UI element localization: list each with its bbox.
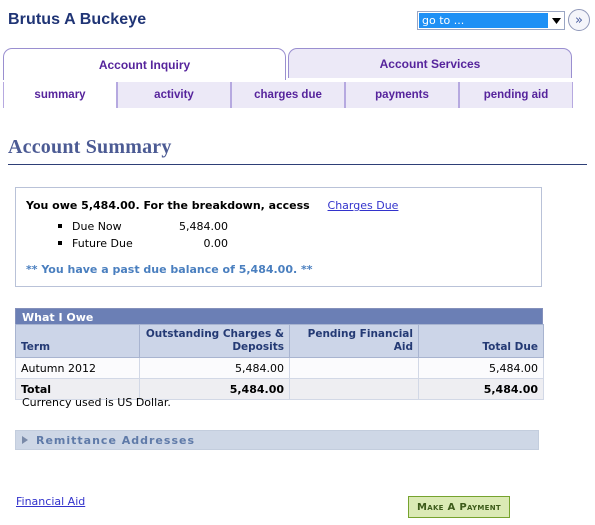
column-header-outstanding-charges: Outstanding Charges & Deposits: [139, 323, 290, 359]
square-bullet-icon: [58, 241, 62, 245]
tab-account-services[interactable]: Account Services: [288, 48, 572, 78]
triangle-right-icon[interactable]: [22, 436, 28, 444]
cell-term: Autumn 2012: [15, 357, 140, 380]
subtab-pending-aid[interactable]: pending aid: [459, 82, 573, 108]
cell-outstanding: 5,484.00: [139, 357, 290, 380]
chevron-down-icon[interactable]: [548, 12, 564, 29]
make-a-payment-button[interactable]: Make A Payment: [408, 496, 510, 518]
currency-note: Currency used is US Dollar.: [22, 396, 171, 409]
subtab-payments[interactable]: payments: [345, 82, 459, 108]
subtab-pending-aid-label: pending aid: [483, 89, 549, 101]
column-header-pending-financial-aid: Pending Financial Aid: [289, 323, 419, 359]
square-bullet-icon: [58, 224, 62, 228]
table-header-row: Term Outstanding Charges & Deposits Pend…: [15, 323, 544, 359]
go-to-dropdown[interactable]: go to ...: [417, 11, 565, 30]
account-summary-info-box: You owe 5,484.00. For the breakdown, acc…: [15, 187, 542, 287]
what-i-owe-table: Term Outstanding Charges & Deposits Pend…: [15, 323, 544, 401]
go-to-selected-value[interactable]: go to ...: [419, 13, 548, 28]
remittance-addresses-section[interactable]: Remittance Addresses: [15, 430, 539, 450]
financial-aid-link[interactable]: Financial Aid: [16, 495, 85, 508]
go-button-double-chevron-right-icon[interactable]: »: [568, 9, 590, 31]
user-name-label: Brutus A Buckeye: [8, 11, 147, 28]
subtab-activity[interactable]: activity: [117, 82, 231, 108]
you-owe-text: You owe 5,484.00. For the breakdown, acc…: [26, 199, 310, 212]
column-header-total-due: Total Due: [418, 323, 544, 359]
tab-account-inquiry[interactable]: Account Inquiry: [3, 48, 286, 80]
subtab-activity-label: activity: [154, 89, 194, 101]
page-title: Account Summary: [8, 136, 172, 158]
page-header: Brutus A Buckeye go to ... »: [0, 0, 595, 44]
cell-total-due: 5,484.00: [418, 357, 544, 380]
column-header-term: Term: [15, 323, 140, 359]
subtab-summary-label: summary: [34, 89, 86, 101]
what-i-owe-section: What I Owe Term Outstanding Charges & De…: [15, 308, 544, 401]
tab-account-services-label: Account Services: [379, 56, 481, 71]
main-tab-bar: Account Inquiry Account Services: [0, 48, 595, 80]
cell-pending-aid: [289, 357, 419, 380]
subtab-charges-due[interactable]: charges due: [231, 82, 345, 108]
future-due-label: Future Due: [72, 237, 133, 250]
due-now-amount: 5,484.00: [179, 220, 228, 233]
cell-total-pending-aid: [289, 378, 419, 401]
past-due-message: ** You have a past due balance of 5,484.…: [26, 263, 313, 276]
tab-account-inquiry-label: Account Inquiry: [98, 57, 191, 72]
sub-tab-bar: summary activity charges due payments pe…: [3, 82, 573, 109]
table-row: Autumn 2012 5,484.00 5,484.00: [15, 357, 544, 380]
subtab-summary[interactable]: summary: [3, 82, 117, 108]
remittance-addresses-label: Remittance Addresses: [36, 433, 195, 447]
due-now-label: Due Now: [72, 220, 122, 233]
subtab-payments-label: payments: [375, 89, 429, 101]
charges-due-link[interactable]: Charges Due: [328, 199, 399, 212]
you-owe-statement: You owe 5,484.00. For the breakdown, acc…: [26, 199, 398, 212]
title-divider: [8, 164, 587, 165]
what-i-owe-caption: What I Owe: [15, 308, 543, 324]
subtab-charges-due-label: charges due: [254, 89, 322, 101]
future-due-amount: 0.00: [203, 237, 229, 250]
cell-total-total-due: 5,484.00: [418, 378, 544, 401]
